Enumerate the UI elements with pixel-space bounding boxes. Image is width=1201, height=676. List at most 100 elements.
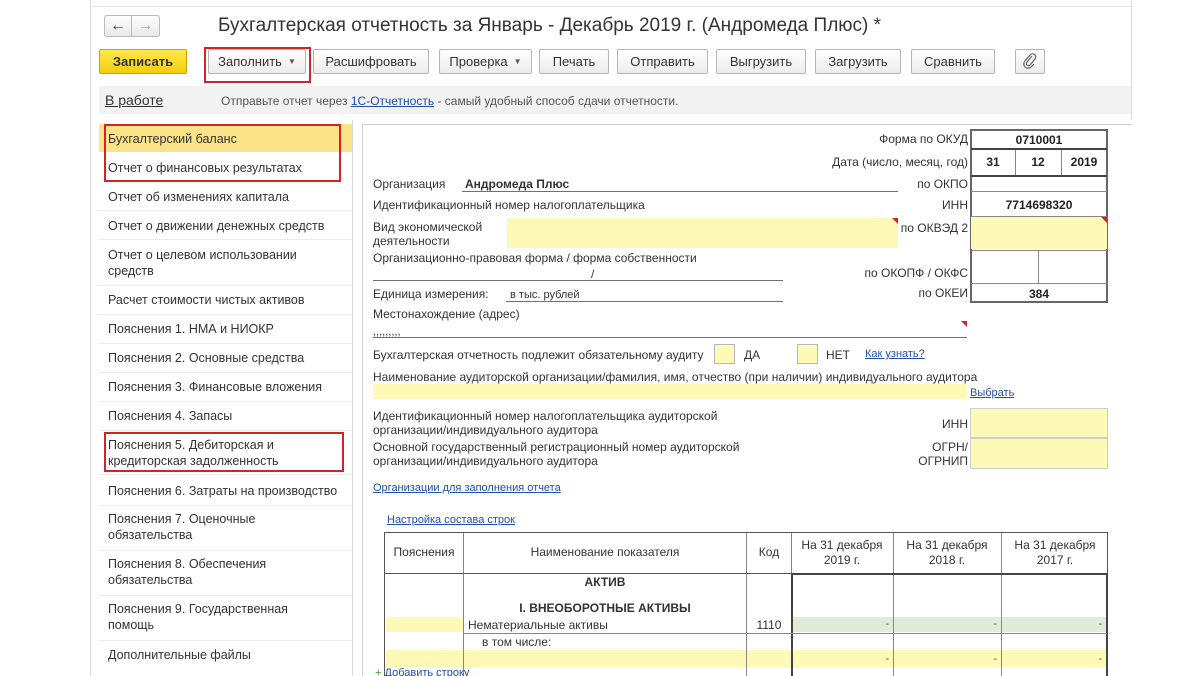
audit-label: Бухгалтерская отчетность подлежит обязат… — [373, 348, 704, 362]
column-header-code: Код — [758, 545, 780, 559]
auditor-name-field[interactable] — [373, 384, 967, 399]
sidebar-item-notes-8[interactable]: Пояснения 8. Обеспечения обязательства — [99, 551, 352, 595]
value-2017: - — [1098, 653, 1102, 665]
column-header-2018: На 31 декабря 2018 г. — [906, 538, 988, 567]
send-button[interactable]: Отправить — [617, 49, 708, 74]
sidebar-item-notes-1[interactable]: Пояснения 1. НМА и НИОКР — [99, 315, 352, 343]
choose-auditor-link[interactable]: Выбрать — [970, 387, 1014, 399]
required-marker — [892, 218, 898, 224]
notes-cell[interactable] — [386, 650, 463, 667]
activity-field[interactable] — [507, 218, 898, 248]
okud-value: 0710001 — [1015, 133, 1063, 147]
legal-form-underline — [373, 280, 783, 281]
document-title: Бухгалтерская отчетность за Январь - Дек… — [218, 15, 882, 36]
org-value[interactable]: Андромеда Плюс — [465, 177, 569, 191]
orgs-link[interactable]: Организации для заполнения отчета — [373, 482, 561, 494]
auditor-ogrn-field[interactable] — [970, 438, 1108, 469]
unit-value[interactable]: в тыс. рублей — [510, 288, 580, 302]
date-year[interactable]: 2019 — [1062, 155, 1106, 169]
sections-highlight-1 — [104, 124, 341, 182]
sidebar-item-notes-2[interactable]: Пояснения 2. Основные средства — [99, 344, 352, 372]
activity-label: Вид экономической деятельности — [373, 220, 483, 248]
sidebar-item-label: Пояснения 1. НМА и НИОКР — [108, 322, 274, 336]
sidebar-item-notes-4[interactable]: Пояснения 4. Запасы — [99, 402, 352, 430]
print-button[interactable]: Печать — [539, 49, 609, 74]
sidebar-item-notes-6[interactable]: Пояснения 6. Затраты на производство — [99, 475, 352, 505]
inn-caption: Идентификационный номер налогоплательщик… — [373, 198, 645, 212]
inn-value[interactable]: 7714698320 — [972, 198, 1106, 212]
auditor-inn-field[interactable] — [970, 408, 1108, 438]
okei-label: по ОКЕИ — [918, 286, 968, 300]
save-button[interactable]: Записать — [99, 49, 187, 74]
rows-settings-link[interactable]: Настройка состава строк — [387, 514, 515, 526]
sidebar-item-label: Отчет об изменениях капитала — [108, 190, 289, 204]
auditor-name-label: Наименование аудиторской организации/фам… — [373, 370, 978, 384]
audit-no-label: НЕТ — [826, 348, 850, 362]
sidebar-item-notes-3[interactable]: Пояснения 3. Финансовые вложения — [99, 373, 352, 401]
sidebar-item-notes-7[interactable]: Пояснения 7. Оценочные обязательства — [99, 506, 352, 550]
sidebar-item-additional-files[interactable]: Дополнительные файлы — [99, 641, 352, 669]
plus-icon: + — [375, 668, 382, 676]
sidebar-item-cash-flow[interactable]: Отчет о движении денежных средств — [99, 211, 352, 239]
sidebar-item-label: Пояснения 3. Финансовые вложения — [108, 380, 323, 394]
code-cell[interactable] — [747, 650, 791, 667]
decode-button[interactable]: Расшифровать — [313, 49, 429, 74]
subsection-title: I. ВНЕОБОРОТНЫЕ АКТИВЫ — [519, 601, 691, 615]
sections-highlight-2 — [104, 432, 344, 472]
row-name-field[interactable] — [464, 650, 746, 667]
add-row-label: Добавить строку — [384, 668, 470, 676]
divider — [1038, 250, 1039, 283]
notes-cell[interactable] — [386, 617, 463, 632]
value-2017: - — [1098, 618, 1102, 630]
audit-yes-label: ДА — [744, 348, 761, 362]
unload-button-label: Выгрузить — [729, 54, 793, 69]
row-code: 1110 — [756, 618, 782, 632]
date-label: Дата (число, месяц, год) — [832, 155, 968, 169]
date-month[interactable]: 12 — [1016, 155, 1060, 169]
status-message-after: - самый удобный способ сдачи отчетности. — [437, 94, 679, 108]
sidebar-item-targeted-funds[interactable]: Отчет о целевом использовании средств — [99, 240, 352, 285]
row-name: в том числе: — [482, 635, 552, 649]
address-underline — [373, 337, 967, 338]
compare-button[interactable]: Сравнить — [911, 49, 995, 74]
legal-form-separator: / — [591, 267, 595, 281]
arrow-left-icon: ← — [110, 17, 126, 34]
window-top-edge — [90, 6, 1132, 7]
audit-help-link[interactable]: Как узнать? — [865, 348, 925, 360]
forward-button[interactable]: → — [132, 15, 160, 37]
audit-no-checkbox[interactable] — [797, 344, 818, 364]
auditor-inn-short: ИНН — [942, 417, 968, 431]
sidebar-item-label: Пояснения 4. Запасы — [108, 409, 233, 423]
sidebar-item-notes-9[interactable]: Пояснения 9. Государственная помощь — [99, 596, 352, 640]
load-button[interactable]: Загрузить — [815, 49, 901, 74]
audit-yes-checkbox[interactable] — [714, 344, 735, 364]
add-row-link[interactable]: + Добавить строку — [375, 668, 469, 676]
sidebar-item-net-assets[interactable]: Расчет стоимости чистых активов — [99, 286, 352, 314]
okved-field[interactable] — [971, 217, 1107, 249]
status-message: Отправьте отчет через 1С-Отчетность - са… — [221, 94, 678, 108]
okei-value[interactable]: 384 — [972, 287, 1106, 301]
unload-button[interactable]: Выгрузить — [716, 49, 806, 74]
value-2019: - — [885, 618, 889, 630]
column-header-2019: На 31 декабря 2019 г. — [801, 538, 883, 567]
decode-button-label: Расшифровать — [325, 54, 417, 69]
back-button[interactable]: ← — [104, 15, 132, 37]
divider — [971, 191, 1107, 192]
date-day[interactable]: 31 — [972, 155, 1014, 169]
inn-label: ИНН — [942, 198, 968, 212]
address-label: Местонахождение (адрес) — [373, 307, 520, 321]
divider — [971, 175, 1107, 177]
status-link[interactable]: В работе — [105, 92, 163, 108]
reporting-service-link[interactable]: 1С-Отчетность — [351, 94, 434, 108]
value-2019: - — [885, 653, 889, 665]
send-button-label: Отправить — [630, 54, 695, 69]
sidebar-item-capital-changes[interactable]: Отчет об изменениях капитала — [99, 182, 352, 210]
paperclip-icon — [1023, 53, 1037, 69]
org-underline — [462, 191, 898, 192]
attach-button[interactable] — [1015, 49, 1045, 74]
chevron-down-icon: ▼ — [513, 57, 522, 66]
check-button[interactable]: Проверка ▼ — [439, 49, 532, 74]
divider — [971, 250, 1107, 251]
arrow-right-icon: → — [137, 17, 154, 34]
unit-underline — [506, 301, 783, 302]
